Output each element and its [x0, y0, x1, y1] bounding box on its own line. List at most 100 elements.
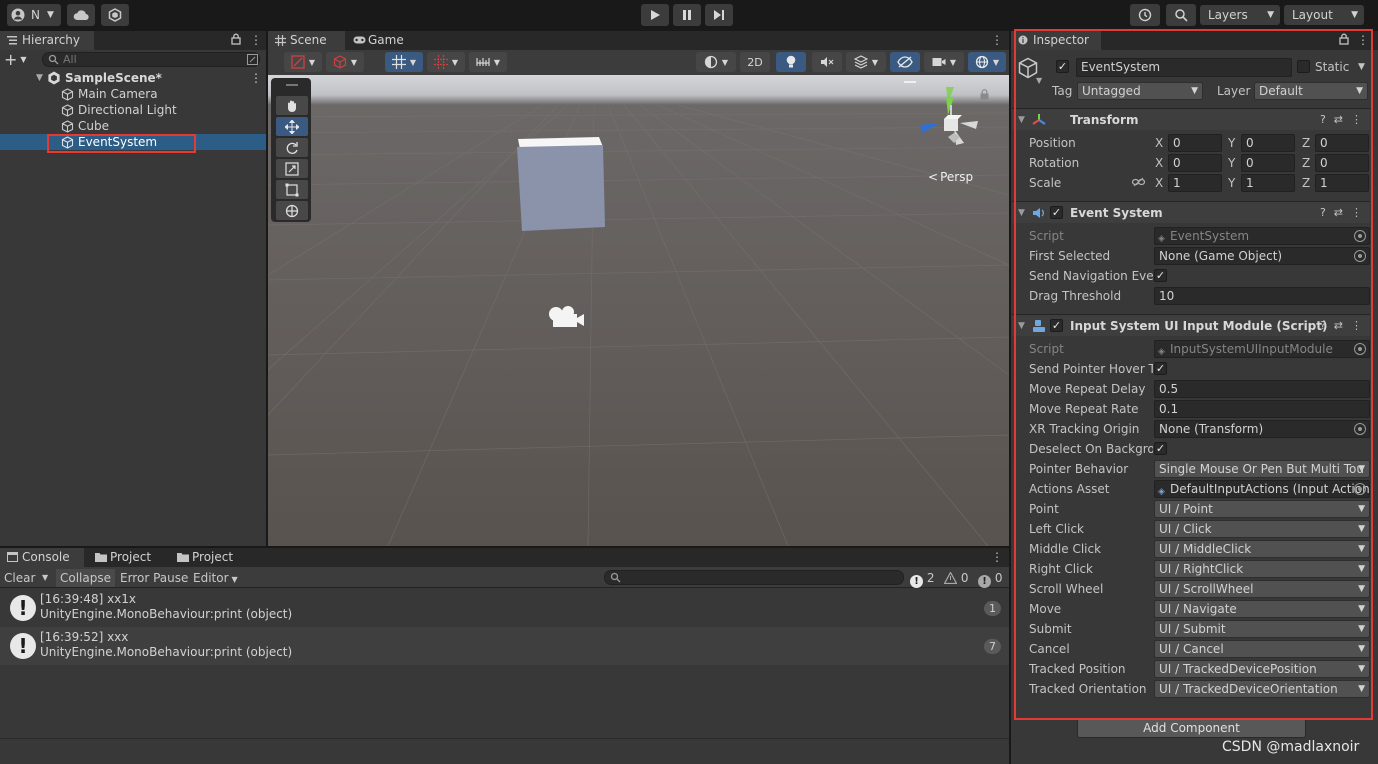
object-picker-icon[interactable]	[1354, 423, 1366, 435]
persp-label[interactable]: < Persp	[928, 170, 973, 184]
position-x-field[interactable]: 0	[1168, 134, 1222, 152]
error-pause-toggle[interactable]: Error Pause	[116, 569, 192, 587]
tab-scene[interactable]: Scene	[268, 31, 345, 50]
editor-dropdown[interactable]: Editor ▼	[189, 569, 242, 587]
send-navigation-checkbox[interactable]: ✓	[1154, 269, 1167, 282]
actions-asset-field[interactable]: ◈ DefaultInputActions (Input Action	[1154, 480, 1370, 498]
chevron-down-icon[interactable]: ▼	[1358, 62, 1365, 72]
search-button[interactable]	[1166, 4, 1196, 26]
scale-z-field[interactable]: 1	[1315, 174, 1369, 192]
effects-dropdown[interactable]: ▼	[846, 52, 886, 72]
drag-handle[interactable]	[286, 84, 298, 86]
input-module-component-header[interactable]: ▼ ✓ Input System UI Input Module (Script…	[1012, 314, 1370, 336]
event-system-component-header[interactable]: ▼ ✓ Event System ? ⇄ ⋮	[1012, 201, 1370, 223]
tag-dropdown[interactable]: Untagged ▼	[1077, 82, 1203, 100]
help-icon[interactable]: ?	[1320, 319, 1326, 332]
binding-dropdown[interactable]: UI / Cancel ▼	[1154, 640, 1370, 658]
camera-gizmo-icon[interactable]	[547, 301, 587, 331]
binding-dropdown[interactable]: UI / MiddleClick ▼	[1154, 540, 1370, 558]
hierarchy-search-field[interactable]: All	[42, 52, 260, 67]
cube-object[interactable]	[514, 133, 606, 233]
active-checkbox[interactable]: ✓	[1056, 60, 1069, 73]
lock-icon[interactable]	[231, 33, 241, 45]
move-tool-button[interactable]	[276, 117, 308, 136]
search-filter-icon[interactable]	[247, 54, 258, 65]
info-count-toggle[interactable]: ! 0	[976, 569, 1004, 588]
object-name-field[interactable]: EventSystem	[1076, 58, 1292, 77]
move-repeat-delay-field[interactable]: 0.5	[1154, 380, 1370, 398]
object-picker-icon[interactable]	[1354, 250, 1366, 262]
warning-count-toggle[interactable]: 0	[942, 569, 970, 587]
object-picker-icon[interactable]	[1354, 483, 1366, 495]
camera-settings-dropdown[interactable]: ▼	[924, 52, 964, 72]
binding-dropdown[interactable]: UI / TrackedDeviceOrientation ▼	[1154, 680, 1370, 698]
transform-component-header[interactable]: ▼ Transform ? ⇄ ⋮	[1012, 108, 1370, 130]
tab-project[interactable]: Project	[88, 548, 168, 567]
account-dropdown[interactable]: N ▼	[7, 4, 61, 26]
clear-button[interactable]: Clear	[0, 569, 39, 587]
component-enabled-checkbox[interactable]: ✓	[1050, 206, 1063, 219]
more-options-icon[interactable]: ⋮	[1351, 319, 1362, 332]
scale-y-field[interactable]: 1	[1241, 174, 1295, 192]
more-options-icon[interactable]: ⋮	[1351, 206, 1362, 219]
lock-icon[interactable]	[1339, 33, 1349, 45]
rect-tool-button[interactable]	[276, 180, 308, 199]
orientation-gizmo[interactable]	[918, 83, 984, 155]
tab-game[interactable]: Game	[346, 31, 418, 50]
draw-mode-dropdown[interactable]: ▼	[284, 52, 322, 72]
transform-tool-button[interactable]	[276, 201, 308, 220]
tab-inspector[interactable]: Inspector	[1011, 31, 1101, 50]
collapse-toggle[interactable]: Collapse	[56, 569, 115, 587]
gizmos-dropdown[interactable]: ▼	[968, 52, 1006, 72]
hierarchy-item-main-camera[interactable]: Main Camera	[0, 86, 266, 102]
layers-dropdown[interactable]: Layers ▼	[1200, 5, 1280, 25]
static-checkbox[interactable]	[1297, 60, 1310, 73]
rotation-x-field[interactable]: 0	[1168, 154, 1222, 172]
unlink-icon[interactable]	[1132, 177, 1145, 187]
history-button[interactable]	[1130, 4, 1160, 26]
pause-button[interactable]	[673, 4, 701, 26]
hierarchy-item-directional-light[interactable]: Directional Light	[0, 102, 266, 118]
2d-toggle[interactable]: 2D	[740, 52, 770, 72]
error-count-toggle[interactable]: ! 2	[908, 569, 936, 588]
more-options-icon[interactable]: ⋮	[991, 550, 1003, 564]
presets-icon[interactable]: ⇄	[1334, 206, 1343, 219]
tab-hierarchy[interactable]: Hierarchy	[0, 31, 94, 50]
hidden-objects-toggle[interactable]	[890, 52, 920, 72]
hierarchy-scene-row[interactable]: ▼ SampleScene* ⋮	[0, 70, 266, 86]
layout-dropdown[interactable]: Layout ▼	[1284, 5, 1364, 25]
binding-dropdown[interactable]: UI / Click ▼	[1154, 520, 1370, 538]
rotation-z-field[interactable]: 0	[1315, 154, 1369, 172]
console-entry[interactable]: ! [16:39:48] xx1x UnityEngine.MonoBehavi…	[0, 589, 1009, 627]
add-object-button[interactable]: + ▼	[4, 52, 34, 68]
drag-threshold-field[interactable]: 10	[1154, 287, 1370, 305]
layer-dropdown[interactable]: Default ▼	[1254, 82, 1368, 100]
add-component-button[interactable]: Add Component	[1077, 718, 1306, 738]
binding-dropdown[interactable]: UI / RightClick ▼	[1154, 560, 1370, 578]
binding-dropdown[interactable]: UI / TrackedDevicePosition ▼	[1154, 660, 1370, 678]
console-search-input[interactable]	[604, 570, 904, 585]
help-icon[interactable]: ?	[1320, 206, 1326, 219]
gizmo-menu-handle[interactable]	[904, 81, 916, 83]
presets-icon[interactable]: ⇄	[1334, 113, 1343, 126]
binding-dropdown[interactable]: UI / Navigate ▼	[1154, 600, 1370, 618]
step-button[interactable]	[705, 4, 733, 26]
more-options-icon[interactable]: ⋮	[991, 33, 1003, 47]
more-options-icon[interactable]: ⋮	[1357, 33, 1369, 47]
scene-viewport[interactable]: < Persp	[268, 75, 1009, 546]
hierarchy-item-cube[interactable]: Cube	[0, 118, 266, 134]
console-entry[interactable]: ! [16:39:52] xxx UnityEngine.MonoBehavio…	[0, 627, 1009, 665]
first-selected-field[interactable]: None (Game Object)	[1154, 247, 1370, 265]
binding-dropdown[interactable]: UI / Submit ▼	[1154, 620, 1370, 638]
chevron-down-icon[interactable]: ▼	[1036, 76, 1042, 85]
tab-project-2[interactable]: Project	[170, 548, 250, 567]
more-options-icon[interactable]: ⋮	[250, 70, 262, 86]
hierarchy-item-eventsystem[interactable]: EventSystem	[0, 134, 266, 150]
cloud-button[interactable]	[67, 4, 95, 26]
play-button[interactable]	[641, 4, 669, 26]
increment-snap-dropdown[interactable]: ▼	[469, 52, 507, 72]
hand-tool-button[interactable]	[276, 96, 308, 115]
audio-toggle[interactable]	[812, 52, 842, 72]
scale-x-field[interactable]: 1	[1168, 174, 1222, 192]
position-y-field[interactable]: 0	[1241, 134, 1295, 152]
